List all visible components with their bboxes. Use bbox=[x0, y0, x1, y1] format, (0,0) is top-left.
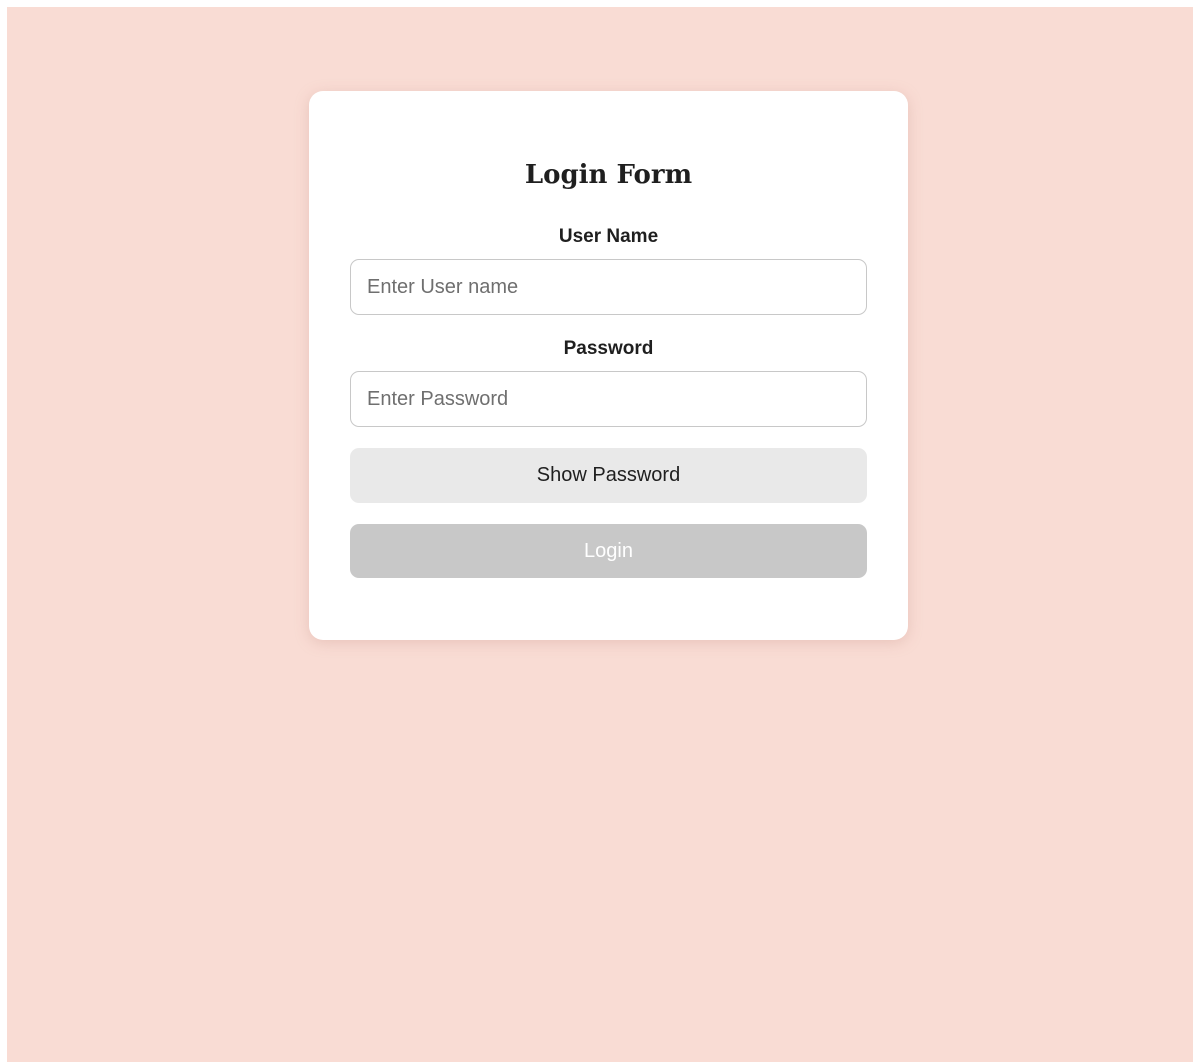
username-input[interactable] bbox=[350, 259, 867, 315]
password-label: Password bbox=[563, 338, 654, 359]
show-password-button[interactable]: Show Password bbox=[350, 448, 867, 503]
page-background: Login Form User Name Password Show Passw… bbox=[7, 7, 1193, 1062]
password-input[interactable] bbox=[350, 371, 867, 427]
login-button[interactable]: Login bbox=[350, 524, 867, 578]
login-card: Login Form User Name Password Show Passw… bbox=[309, 91, 908, 640]
form-title: Login Form bbox=[524, 160, 693, 190]
username-label: User Name bbox=[558, 226, 659, 247]
